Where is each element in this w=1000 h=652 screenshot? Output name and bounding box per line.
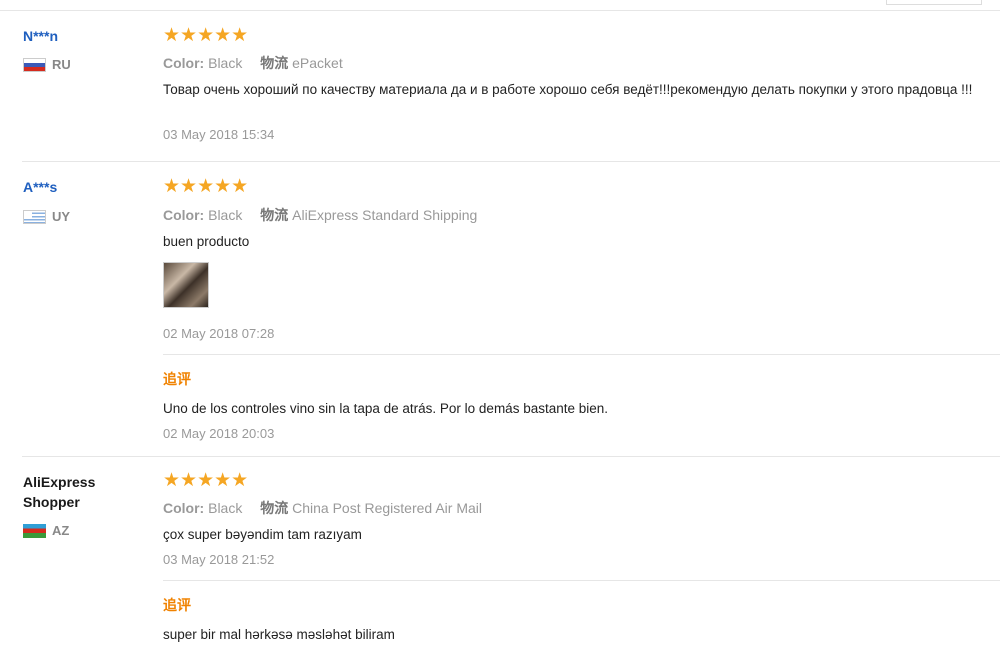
country-code: UY — [52, 209, 71, 224]
review-meta: Color: Black 物流 AliExpress Standard Ship… — [163, 205, 477, 225]
reviewer-name-line1: AliExpress — [23, 474, 96, 490]
top-dropdown-edge[interactable] — [886, 0, 982, 5]
followup-label: 追评 — [163, 371, 191, 387]
review-text: buen producto — [163, 234, 250, 249]
uruguay-flag-icon — [23, 209, 46, 224]
color-value: Black — [208, 500, 243, 516]
review-date: 03 May 2018 21:52 — [163, 552, 275, 567]
shipping-value: AliExpress Standard Shipping — [292, 207, 478, 223]
shipping-label: 物流 — [260, 55, 289, 71]
shipping-value: China Post Registered Air Mail — [292, 500, 482, 516]
shipping-label: 物流 — [260, 207, 289, 223]
reviewer-name: AliExpress Shopper — [23, 472, 95, 512]
followup-text: Uno de los controles vino sin la tapa de… — [163, 401, 609, 416]
rating-stars: ★★★★★ — [163, 25, 249, 46]
followup-date: 02 May 2018 20:03 — [163, 426, 275, 441]
rating-stars: ★★★★★ — [163, 470, 249, 491]
shipping-value: ePacket — [292, 55, 343, 71]
rating-stars: ★★★★★ — [163, 176, 249, 197]
review-text: Товар очень хороший по качеству материал… — [163, 82, 973, 97]
followup-text: super bir mal hərkəsə məsləhət biliram — [163, 627, 395, 642]
reviewer-country: UY — [23, 209, 70, 224]
reviewer-country: RU — [23, 57, 71, 72]
top-divider — [0, 10, 1000, 11]
review-photo-thumbnail[interactable] — [163, 262, 209, 308]
review-text: çox super bəyəndim tam razıyam — [163, 527, 362, 542]
reviewer-name-line2: Shopper — [23, 494, 80, 510]
reviewer-country: AZ — [23, 523, 69, 538]
review-meta: Color: Black 物流 ePacket — [163, 53, 343, 73]
azerbaijan-flag-icon — [23, 523, 46, 538]
review-divider — [22, 456, 1000, 457]
followup-label: 追评 — [163, 597, 191, 613]
country-code: AZ — [52, 523, 70, 538]
color-value: Black — [208, 55, 243, 71]
color-label: Color: — [163, 207, 205, 223]
review-date: 03 May 2018 15:34 — [163, 127, 275, 142]
color-value: Black — [208, 207, 243, 223]
followup-divider — [163, 354, 1000, 355]
review-meta: Color: Black 物流 China Post Registered Ai… — [163, 498, 482, 518]
color-label: Color: — [163, 500, 205, 516]
reviewer-name: A***s — [23, 179, 58, 195]
review-divider — [22, 161, 1000, 162]
followup-divider — [163, 580, 1000, 581]
color-label: Color: — [163, 55, 205, 71]
country-code: RU — [52, 57, 71, 72]
russia-flag-icon — [23, 57, 46, 72]
review-date: 02 May 2018 07:28 — [163, 326, 275, 341]
reviewer-name: N***n — [23, 28, 59, 44]
shipping-label: 物流 — [260, 500, 289, 516]
